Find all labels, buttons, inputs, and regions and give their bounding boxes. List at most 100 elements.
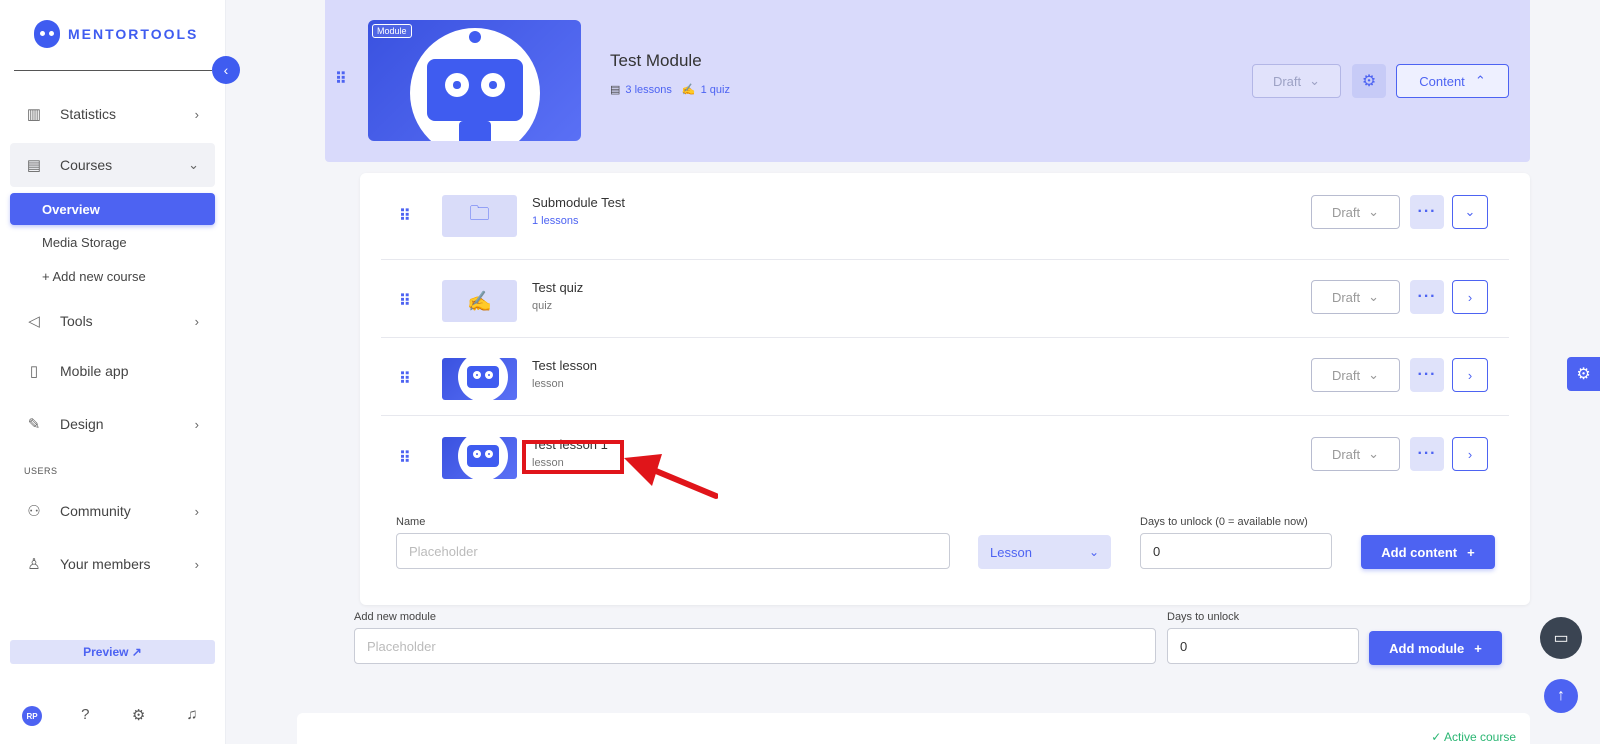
gear-icon: ⚙ bbox=[1576, 366, 1591, 383]
sidebar-item-statistics[interactable]: ▥ Statistics › bbox=[10, 92, 215, 136]
section-label-users: USERS bbox=[24, 466, 58, 476]
quiz-icon: ✍ bbox=[442, 280, 517, 322]
sidebar-subitem-media-storage[interactable]: Media Storage bbox=[10, 226, 215, 258]
sidebar-item-label: Your members bbox=[60, 556, 151, 572]
row-title[interactable]: Test lesson bbox=[532, 358, 597, 373]
sidebar-item-community[interactable]: ⚇ Community › bbox=[10, 489, 215, 533]
chevron-up-icon: ⌃ bbox=[1474, 73, 1486, 88]
sidebar-item-label: Community bbox=[60, 503, 131, 519]
sidebar-item-label: Courses bbox=[60, 157, 113, 173]
chevron-down-icon: ⌄ bbox=[1309, 73, 1321, 88]
sidebar-item-your-members[interactable]: ♙ Your members › bbox=[10, 542, 215, 586]
add-module-button[interactable]: Add module + bbox=[1369, 631, 1502, 665]
gear-icon[interactable]: ⚙ bbox=[129, 706, 149, 726]
course-status-card: ✓ Active course bbox=[297, 713, 1530, 744]
sidebar-item-label: Design bbox=[60, 416, 104, 432]
collapse-sidebar-button[interactable]: ‹ bbox=[212, 56, 240, 84]
more-options-button[interactable]: ··· bbox=[1410, 437, 1444, 471]
add-content-button[interactable]: Add content + bbox=[1361, 535, 1495, 569]
logo[interactable]: MENTORTOOLS bbox=[34, 20, 198, 48]
lessons-count[interactable]: 3 lessons bbox=[625, 84, 671, 96]
preview-button[interactable]: Preview ↗ bbox=[10, 640, 215, 664]
status-label: Draft bbox=[1272, 73, 1302, 89]
sidebar-item-mobile-app[interactable]: ▯ Mobile app bbox=[10, 349, 215, 393]
open-button[interactable]: › bbox=[1452, 358, 1488, 392]
module-title: Test Module bbox=[610, 51, 702, 70]
more-options-button[interactable]: ··· bbox=[1410, 358, 1444, 392]
chevron-down-icon: ⌄ bbox=[1088, 545, 1099, 559]
module-settings-button[interactable]: ⚙ bbox=[1352, 64, 1386, 98]
folder-icon: 🗀 bbox=[442, 195, 517, 237]
robot-icon bbox=[467, 445, 499, 467]
help-icon[interactable]: ? bbox=[75, 706, 95, 726]
content-name-input[interactable]: Placeholder bbox=[396, 533, 950, 569]
quiz-count[interactable]: 1 quiz bbox=[701, 84, 730, 96]
row-divider bbox=[381, 337, 1509, 338]
chevron-down-icon: ⌄ bbox=[1464, 204, 1476, 219]
days-unlock-input[interactable]: 0 bbox=[1140, 533, 1332, 569]
content-row: ⠿ Test lesson lesson Draft ⌄ ··· › bbox=[381, 342, 1509, 420]
chevron-right-icon: › bbox=[1467, 289, 1473, 305]
chevron-right-icon: › bbox=[194, 106, 199, 122]
sidebar-subitem-add-course[interactable]: + Add new course bbox=[10, 260, 215, 292]
status-label: Draft bbox=[1331, 367, 1361, 383]
plus-icon: + bbox=[1474, 640, 1482, 656]
sidebar-item-courses[interactable]: ▤ Courses ⌄ bbox=[10, 143, 215, 187]
select-value: Lesson bbox=[990, 544, 1032, 560]
document-icon: ▤ bbox=[610, 84, 621, 96]
sidebar-subitem-overview[interactable]: Overview bbox=[10, 193, 215, 225]
robot-body bbox=[459, 121, 491, 141]
add-module-label: Add new module bbox=[354, 611, 436, 623]
chat-button[interactable]: ▭ bbox=[1540, 617, 1582, 659]
highlight-box bbox=[522, 440, 624, 474]
module-meta: ▤ 3 lessons ✍ 1 quiz bbox=[610, 83, 730, 96]
brand-name: MENTORTOOLS bbox=[68, 26, 199, 42]
status-dropdown[interactable]: Draft ⌄ bbox=[1311, 280, 1400, 314]
more-options-button[interactable]: ··· bbox=[1410, 195, 1444, 229]
row-title[interactable]: Submodule Test bbox=[532, 195, 625, 210]
days-unlock-label: Days to unlock (0 = available now) bbox=[1140, 516, 1308, 528]
sidebar-item-design[interactable]: ✎ Design › bbox=[10, 402, 215, 446]
open-button[interactable]: › bbox=[1452, 280, 1488, 314]
robot-eye bbox=[473, 450, 481, 458]
sidebar: MENTORTOOLS ▥ Statistics › ▤ Courses ⌄ O… bbox=[0, 0, 226, 744]
status-dropdown[interactable]: Draft ⌄ bbox=[1311, 437, 1400, 471]
drag-handle-icon[interactable]: ⠿ bbox=[399, 294, 411, 310]
open-button[interactable]: › bbox=[1452, 437, 1488, 471]
chevron-right-icon: › bbox=[1467, 446, 1473, 462]
drag-handle-icon[interactable]: ⠿ bbox=[399, 372, 411, 388]
scroll-top-button[interactable]: ↑ bbox=[1544, 679, 1578, 713]
robot-icon bbox=[467, 366, 499, 388]
chevron-down-icon: ⌄ bbox=[1368, 367, 1380, 382]
chevron-right-icon: › bbox=[1467, 367, 1473, 383]
chevron-down-icon: ⌄ bbox=[1368, 289, 1380, 304]
status-dropdown[interactable]: Draft ⌄ bbox=[1311, 195, 1400, 229]
robot-eye bbox=[485, 450, 493, 458]
drag-handle-icon[interactable]: ⠿ bbox=[399, 209, 411, 225]
module-name-input[interactable]: Placeholder bbox=[354, 628, 1156, 664]
drag-handle-icon[interactable]: ⠿ bbox=[399, 451, 411, 467]
sidebar-item-tools[interactable]: ◁ Tools › bbox=[10, 299, 215, 343]
content-type-select[interactable]: Lesson ⌄ bbox=[978, 535, 1111, 569]
gear-icon: ⚙ bbox=[1361, 73, 1377, 90]
bar-chart-icon: ▥ bbox=[26, 106, 42, 123]
settings-tab-button[interactable]: ⚙ bbox=[1567, 357, 1600, 391]
content-toggle-button[interactable]: Content ⌃ bbox=[1396, 64, 1509, 98]
megaphone-icon: ◁ bbox=[28, 313, 40, 330]
bell-icon[interactable]: ♫ bbox=[182, 706, 202, 726]
person-icon: ♙ bbox=[27, 556, 41, 573]
robot-eye bbox=[485, 371, 493, 379]
content-row: ⠿ 🗀 Submodule Test 1 lessons Draft ⌄ ··· … bbox=[381, 179, 1509, 257]
row-title[interactable]: Test quiz bbox=[532, 280, 583, 295]
drag-handle-icon[interactable]: ⠿ bbox=[335, 72, 347, 88]
row-subtitle[interactable]: 1 lessons bbox=[532, 215, 578, 227]
module-days-input[interactable]: 0 bbox=[1167, 628, 1359, 664]
expand-button[interactable]: ⌄ bbox=[1452, 195, 1488, 229]
phone-icon: ▯ bbox=[29, 363, 39, 380]
more-options-button[interactable]: ··· bbox=[1410, 280, 1444, 314]
sidebar-item-label: Statistics bbox=[60, 106, 117, 122]
status-dropdown[interactable]: Draft ⌄ bbox=[1311, 358, 1400, 392]
avatar[interactable]: RP bbox=[22, 706, 42, 726]
module-status-dropdown[interactable]: Draft ⌄ bbox=[1252, 64, 1341, 98]
robot-eye bbox=[445, 73, 469, 97]
